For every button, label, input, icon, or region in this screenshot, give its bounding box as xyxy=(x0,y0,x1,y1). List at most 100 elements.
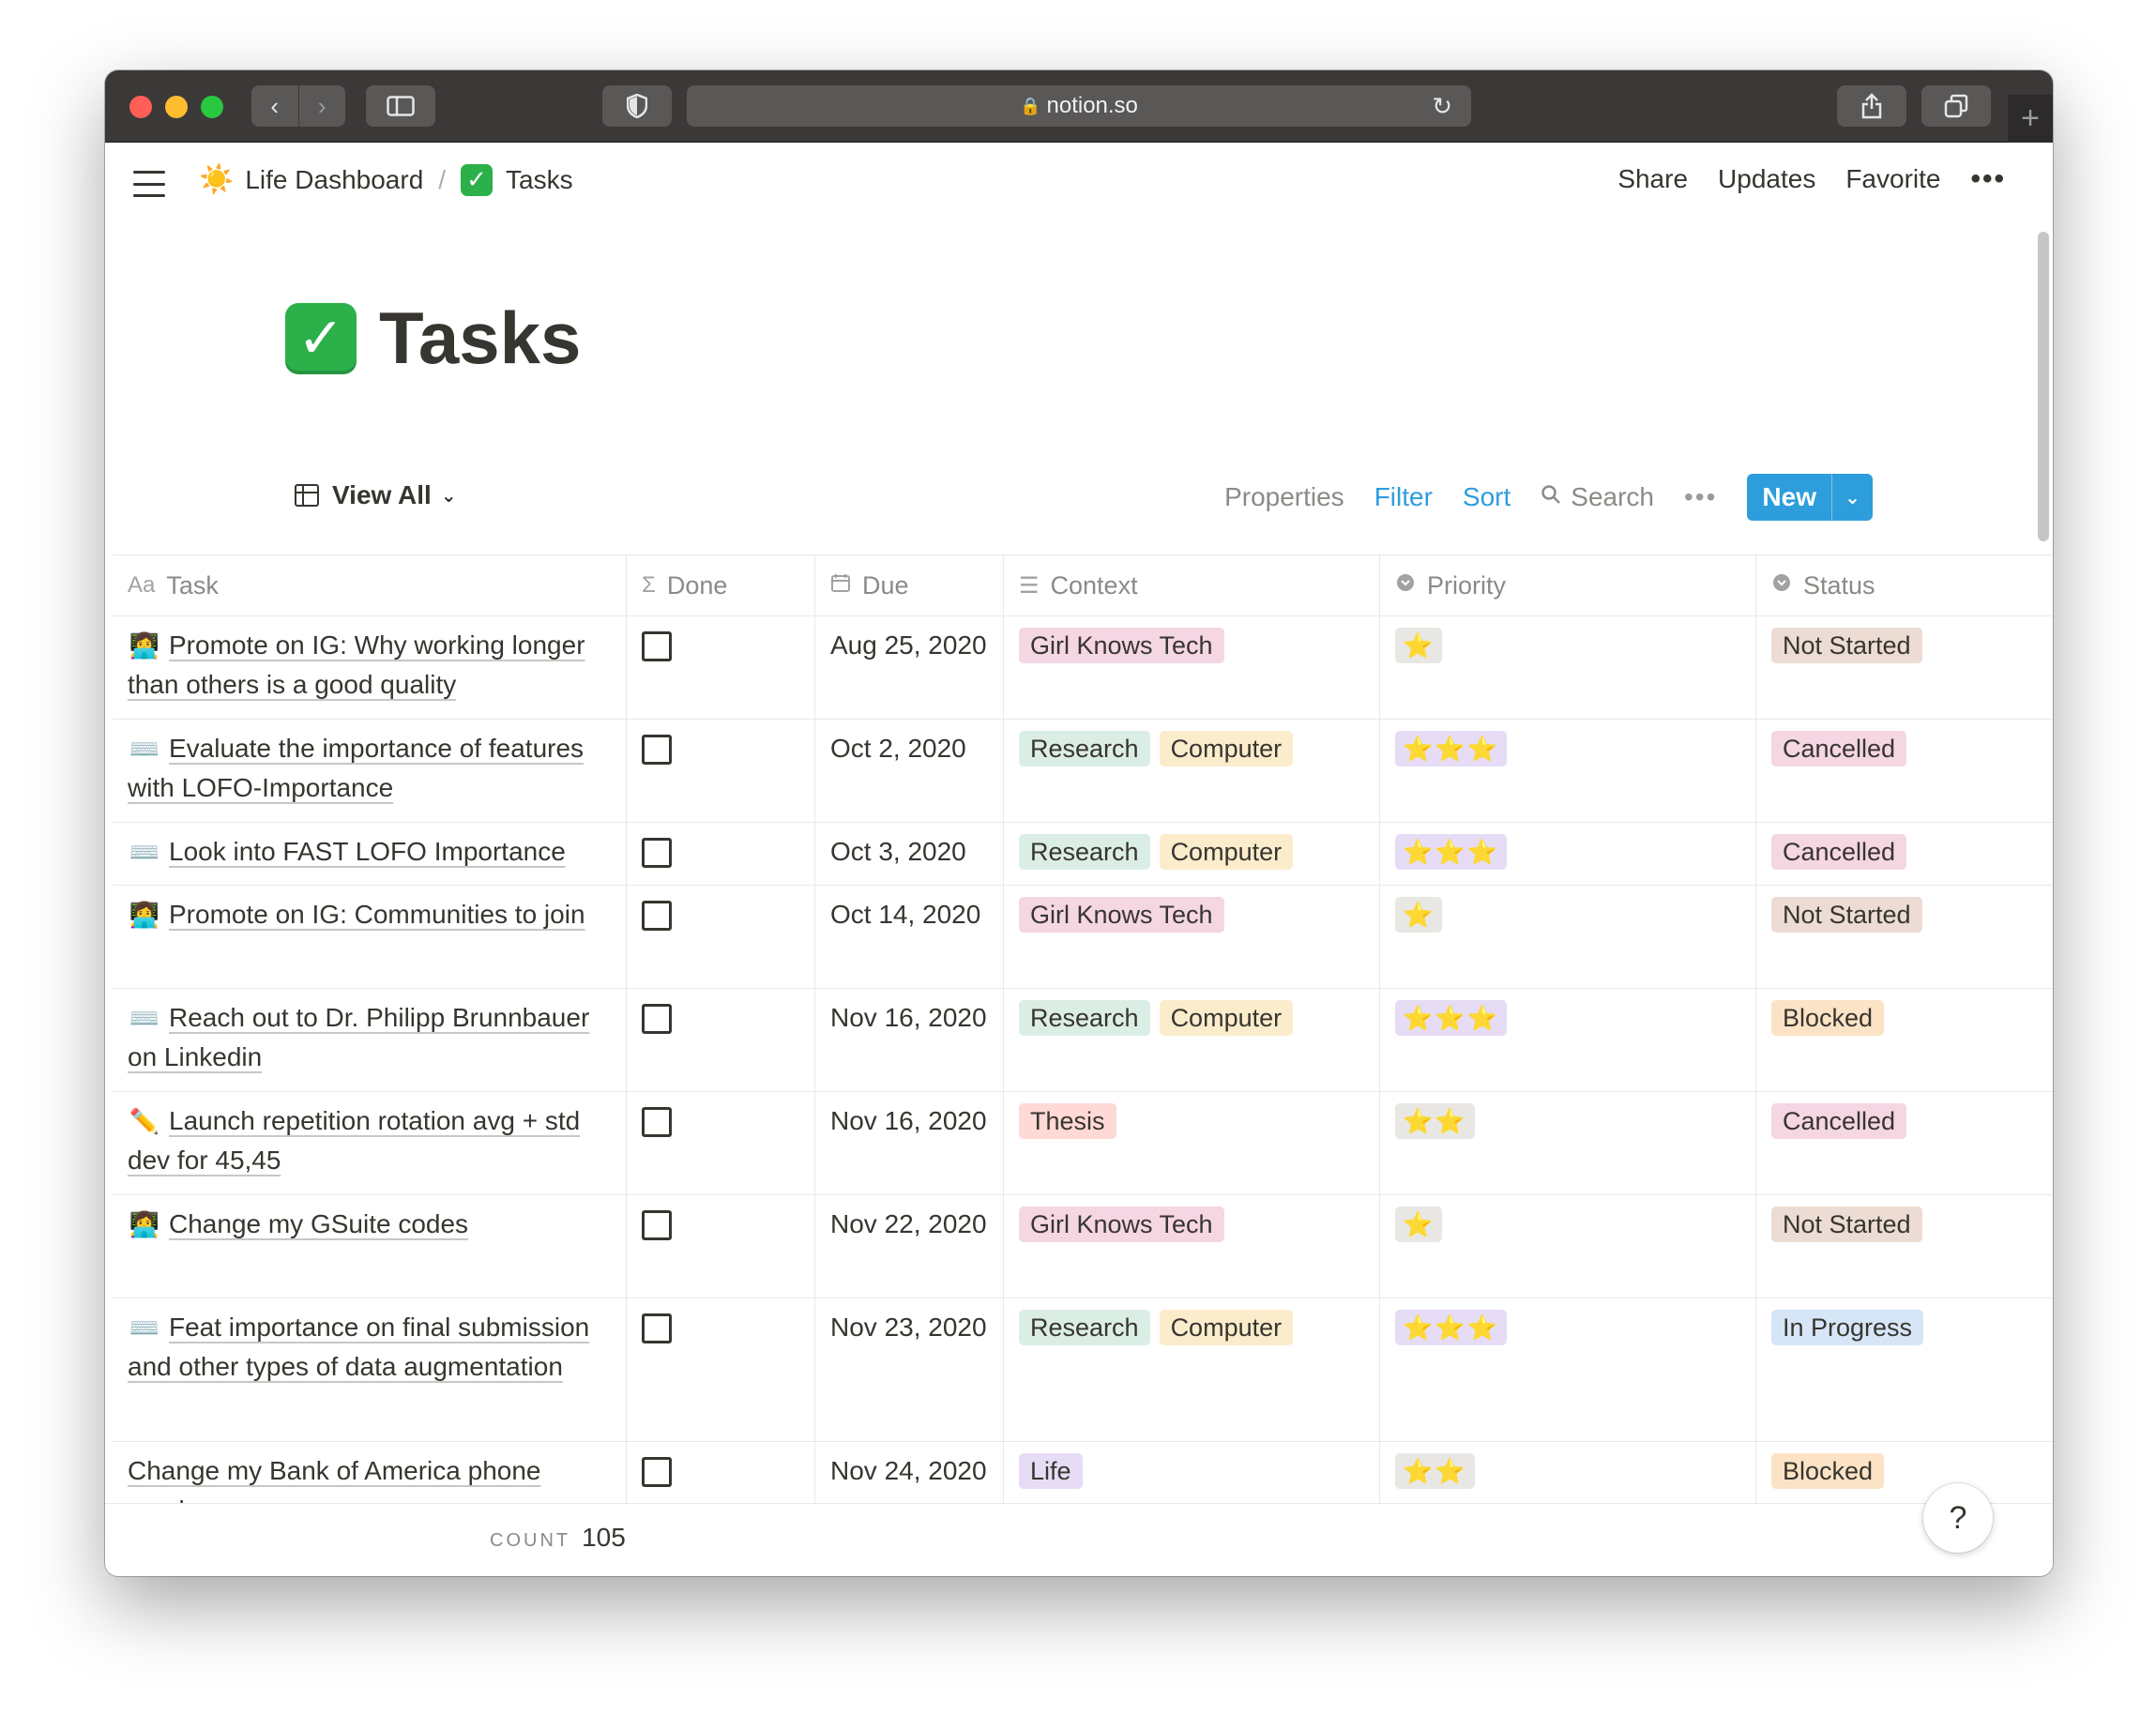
new-tab-icon[interactable]: + xyxy=(2008,95,2053,143)
status-cell[interactable]: Cancelled xyxy=(1756,1092,2053,1194)
priority-cell[interactable]: ⭐⭐⭐ xyxy=(1380,989,1756,1091)
context-cell[interactable]: Research Computer xyxy=(1004,720,1380,822)
status-cell[interactable]: Not Started xyxy=(1756,886,2053,988)
more-options-icon[interactable]: ••• xyxy=(1970,163,2006,195)
done-checkbox[interactable] xyxy=(642,1004,672,1034)
table-row[interactable]: 👩‍💻 Change my GSuite codes Nov 22, 2020 Gir… xyxy=(113,1195,2053,1298)
menu-icon[interactable] xyxy=(133,171,165,197)
context-cell[interactable]: Research Computer xyxy=(1004,823,1380,885)
task-title[interactable]: Evaluate the importance of features with… xyxy=(128,734,584,802)
status-cell[interactable]: In Progress xyxy=(1756,1298,2053,1441)
done-checkbox[interactable] xyxy=(642,901,672,931)
column-header-done[interactable]: Σ Done xyxy=(627,555,815,615)
properties-button[interactable]: Properties xyxy=(1224,482,1344,512)
task-cell[interactable]: 👩‍💻 Promote on IG: Why working longer tha… xyxy=(113,616,627,719)
zoom-window-button[interactable] xyxy=(201,96,223,118)
done-checkbox[interactable] xyxy=(642,631,672,661)
sort-button[interactable]: Sort xyxy=(1463,482,1511,512)
task-title[interactable]: Feat importance on final submission and … xyxy=(128,1313,589,1381)
sidebar-toggle-icon[interactable] xyxy=(366,85,435,127)
table-row[interactable]: 👩‍💻 Promote on IG: Communities to join Oct… xyxy=(113,886,2053,989)
column-header-context[interactable]: ☰ Context xyxy=(1004,555,1380,615)
priority-cell[interactable]: ⭐ xyxy=(1380,886,1756,988)
back-icon[interactable]: ‹ xyxy=(251,92,298,121)
minimize-window-button[interactable] xyxy=(165,96,188,118)
done-checkbox[interactable] xyxy=(642,838,672,868)
due-date[interactable]: Oct 14, 2020 xyxy=(815,886,1004,988)
table-row[interactable]: ⌨️ Feat importance on final submission an… xyxy=(113,1298,2053,1442)
due-date[interactable]: Oct 3, 2020 xyxy=(815,823,1004,885)
task-cell[interactable]: ⌨️ Feat importance on final submission an… xyxy=(113,1298,627,1441)
task-cell[interactable]: 👩‍💻 Change my GSuite codes xyxy=(113,1195,627,1298)
forward-icon[interactable]: › xyxy=(298,92,345,121)
new-button[interactable]: New ⌄ xyxy=(1747,474,1873,521)
task-cell[interactable]: ✏️ Launch repetition rotation avg + std d… xyxy=(113,1092,627,1194)
done-checkbox[interactable] xyxy=(642,735,672,765)
status-cell[interactable]: Cancelled xyxy=(1756,823,2053,885)
done-checkbox[interactable] xyxy=(642,1313,672,1343)
task-title[interactable]: Promote on IG: Why working longer than o… xyxy=(128,630,585,699)
address-bar[interactable]: 🔒 notion.so ↻ xyxy=(687,85,1471,127)
favorite-button[interactable]: Favorite xyxy=(1845,164,1940,194)
due-date[interactable]: Nov 22, 2020 xyxy=(815,1195,1004,1298)
status-cell[interactable]: Not Started xyxy=(1756,616,2053,719)
breadcrumb-workspace[interactable]: Life Dashboard xyxy=(245,165,423,195)
close-window-button[interactable] xyxy=(129,96,152,118)
breadcrumb-page[interactable]: Tasks xyxy=(506,165,573,195)
column-header-priority[interactable]: Priority xyxy=(1380,555,1756,615)
task-title[interactable]: Look into FAST LOFO Importance xyxy=(169,837,566,866)
due-date[interactable]: Nov 23, 2020 xyxy=(815,1298,1004,1441)
priority-cell[interactable]: ⭐⭐⭐ xyxy=(1380,720,1756,822)
context-cell[interactable]: Research Computer xyxy=(1004,989,1380,1091)
help-button[interactable]: ? xyxy=(1923,1483,1993,1553)
status-cell[interactable]: Cancelled xyxy=(1756,720,2053,822)
table-row[interactable]: ⌨️ Look into FAST LOFO Importance Oct 3, 2… xyxy=(113,823,2053,886)
share-icon[interactable] xyxy=(1837,85,1906,127)
context-cell[interactable]: Research Computer xyxy=(1004,1298,1380,1441)
task-title[interactable]: Promote on IG: Communities to join xyxy=(169,900,585,929)
done-checkbox[interactable] xyxy=(642,1457,672,1487)
done-checkbox[interactable] xyxy=(642,1107,672,1137)
context-cell[interactable]: Thesis xyxy=(1004,1092,1380,1194)
page-icon-check-mark-icon[interactable]: ✓ xyxy=(285,302,357,374)
table-row[interactable]: 👩‍💻 Promote on IG: Why working longer tha… xyxy=(113,616,2053,720)
view-selector[interactable]: View All ⌄ xyxy=(295,480,457,510)
status-cell[interactable]: Not Started xyxy=(1756,1195,2053,1298)
updates-button[interactable]: Updates xyxy=(1718,164,1815,194)
priority-cell[interactable]: ⭐ xyxy=(1380,1195,1756,1298)
column-header-task[interactable]: Aa Task xyxy=(113,555,627,615)
column-header-status[interactable]: Status xyxy=(1756,555,2053,615)
task-cell[interactable]: ⌨️ Look into FAST LOFO Importance xyxy=(113,823,627,885)
search-button[interactable]: Search xyxy=(1541,482,1654,512)
priority-cell[interactable]: ⭐⭐⭐ xyxy=(1380,823,1756,885)
table-row[interactable]: ⌨️ Evaluate the importance of features wi… xyxy=(113,720,2053,823)
priority-cell[interactable]: ⭐⭐ xyxy=(1380,1092,1756,1194)
context-cell[interactable]: Girl Knows Tech xyxy=(1004,1195,1380,1298)
task-title[interactable]: Reach out to Dr. Philipp Brunnbauer on L… xyxy=(128,1003,589,1071)
due-date[interactable]: Oct 2, 2020 xyxy=(815,720,1004,822)
filter-button[interactable]: Filter xyxy=(1374,482,1433,512)
privacy-shield-icon[interactable] xyxy=(602,85,672,127)
task-title[interactable]: Launch repetition rotation avg + std dev… xyxy=(128,1106,580,1175)
status-cell[interactable]: Blocked xyxy=(1756,989,2053,1091)
priority-cell[interactable]: ⭐⭐⭐ xyxy=(1380,1298,1756,1441)
task-cell[interactable]: ⌨️ Reach out to Dr. Philipp Brunnbauer on… xyxy=(113,989,627,1091)
done-checkbox[interactable] xyxy=(642,1210,672,1240)
due-date[interactable]: Aug 25, 2020 xyxy=(815,616,1004,719)
task-title[interactable]: Change my GSuite codes xyxy=(169,1209,468,1238)
tab-overview-icon[interactable] xyxy=(1921,85,1991,127)
due-date[interactable]: Nov 16, 2020 xyxy=(815,1092,1004,1194)
task-cell[interactable]: 👩‍💻 Promote on IG: Communities to join xyxy=(113,886,627,988)
table-row[interactable]: ✏️ Launch repetition rotation avg + std d… xyxy=(113,1092,2053,1195)
context-cell[interactable]: Girl Knows Tech xyxy=(1004,616,1380,719)
due-date[interactable]: Nov 16, 2020 xyxy=(815,989,1004,1091)
task-cell[interactable]: ⌨️ Evaluate the importance of features wi… xyxy=(113,720,627,822)
context-cell[interactable]: Girl Knows Tech xyxy=(1004,886,1380,988)
view-more-icon[interactable]: ••• xyxy=(1684,482,1717,512)
reload-icon[interactable]: ↻ xyxy=(1432,92,1452,121)
table-row[interactable]: ⌨️ Reach out to Dr. Philipp Brunnbauer on… xyxy=(113,989,2053,1092)
new-button-label[interactable]: New xyxy=(1747,474,1831,521)
priority-cell[interactable]: ⭐ xyxy=(1380,616,1756,719)
page-title[interactable]: Tasks xyxy=(379,296,581,381)
share-button[interactable]: Share xyxy=(1617,164,1688,194)
